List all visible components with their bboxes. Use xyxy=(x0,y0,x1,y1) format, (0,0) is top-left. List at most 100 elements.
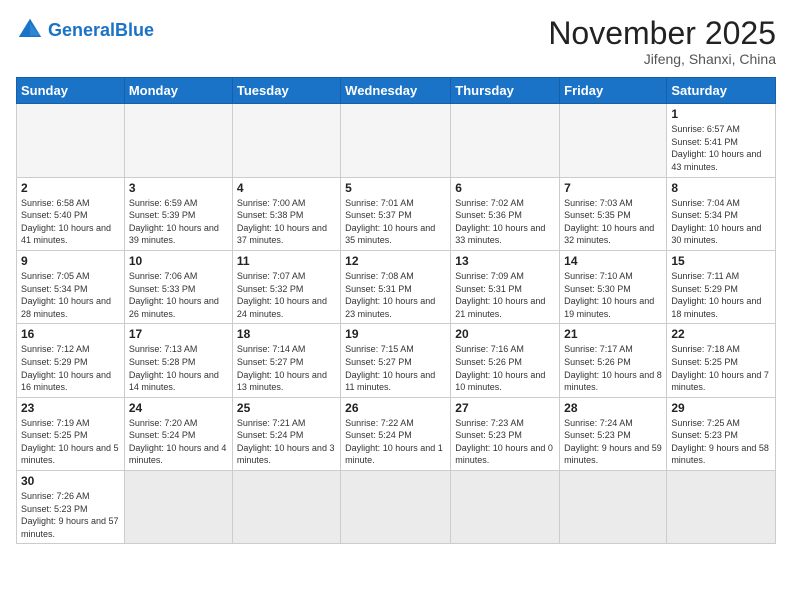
day-info: Sunrise: 7:09 AM Sunset: 5:31 PM Dayligh… xyxy=(455,270,555,320)
day-info: Sunrise: 7:17 AM Sunset: 5:26 PM Dayligh… xyxy=(564,343,662,393)
subtitle: Jifeng, Shanxi, China xyxy=(548,51,776,67)
calendar-cell xyxy=(232,471,340,544)
calendar-cell: 14 Sunrise: 7:10 AM Sunset: 5:30 PM Dayli… xyxy=(560,250,667,323)
day-number: 21 xyxy=(564,327,662,341)
day-info: Sunrise: 7:02 AM Sunset: 5:36 PM Dayligh… xyxy=(455,197,555,247)
day-number: 4 xyxy=(237,181,336,195)
day-info: Sunrise: 7:24 AM Sunset: 5:23 PM Dayligh… xyxy=(564,417,662,467)
day-info: Sunrise: 6:59 AM Sunset: 5:39 PM Dayligh… xyxy=(129,197,228,247)
day-number: 24 xyxy=(129,401,228,415)
calendar-cell: 23 Sunrise: 7:19 AM Sunset: 5:25 PM Dayli… xyxy=(17,397,125,470)
month-title: November 2025 xyxy=(548,16,776,51)
weekday-header-friday: Friday xyxy=(560,78,667,104)
logo: GeneralBlue xyxy=(16,16,154,44)
day-number: 15 xyxy=(671,254,771,268)
day-info: Sunrise: 7:21 AM Sunset: 5:24 PM Dayligh… xyxy=(237,417,336,467)
day-info: Sunrise: 6:57 AM Sunset: 5:41 PM Dayligh… xyxy=(671,123,771,173)
weekday-header-tuesday: Tuesday xyxy=(232,78,340,104)
day-number: 26 xyxy=(345,401,446,415)
day-info: Sunrise: 7:26 AM Sunset: 5:23 PM Dayligh… xyxy=(21,490,120,540)
day-number: 1 xyxy=(671,107,771,121)
logo-text: GeneralBlue xyxy=(48,21,154,39)
header: GeneralBlue November 2025 Jifeng, Shanxi… xyxy=(16,16,776,67)
title-block: November 2025 Jifeng, Shanxi, China xyxy=(548,16,776,67)
day-info: Sunrise: 7:08 AM Sunset: 5:31 PM Dayligh… xyxy=(345,270,446,320)
day-info: Sunrise: 7:13 AM Sunset: 5:28 PM Dayligh… xyxy=(129,343,228,393)
day-number: 23 xyxy=(21,401,120,415)
calendar-cell: 7 Sunrise: 7:03 AM Sunset: 5:35 PM Daylig… xyxy=(560,177,667,250)
calendar-cell xyxy=(667,471,776,544)
day-info: Sunrise: 7:12 AM Sunset: 5:29 PM Dayligh… xyxy=(21,343,120,393)
day-number: 11 xyxy=(237,254,336,268)
day-info: Sunrise: 7:23 AM Sunset: 5:23 PM Dayligh… xyxy=(455,417,555,467)
calendar-cell: 16 Sunrise: 7:12 AM Sunset: 5:29 PM Dayli… xyxy=(17,324,125,397)
calendar-cell: 1 Sunrise: 6:57 AM Sunset: 5:41 PM Daylig… xyxy=(667,104,776,177)
day-number: 29 xyxy=(671,401,771,415)
day-number: 9 xyxy=(21,254,120,268)
calendar-cell xyxy=(341,471,451,544)
calendar-cell: 28Sunrise: 7:24 AM Sunset: 5:23 PM Dayli… xyxy=(560,397,667,470)
day-number: 25 xyxy=(237,401,336,415)
day-number: 30 xyxy=(21,474,120,488)
calendar-cell: 11 Sunrise: 7:07 AM Sunset: 5:32 PM Dayli… xyxy=(232,250,340,323)
day-info: Sunrise: 7:22 AM Sunset: 5:24 PM Dayligh… xyxy=(345,417,446,467)
day-info: Sunrise: 7:01 AM Sunset: 5:37 PM Dayligh… xyxy=(345,197,446,247)
day-info: Sunrise: 7:19 AM Sunset: 5:25 PM Dayligh… xyxy=(21,417,120,467)
day-info: Sunrise: 7:05 AM Sunset: 5:34 PM Dayligh… xyxy=(21,270,120,320)
calendar-cell xyxy=(124,104,232,177)
day-number: 22 xyxy=(671,327,771,341)
calendar-cell: 15Sunrise: 7:11 AM Sunset: 5:29 PM Dayli… xyxy=(667,250,776,323)
calendar-cell: 29 Sunrise: 7:25 AM Sunset: 5:23 PM Dayli… xyxy=(667,397,776,470)
day-info: Sunrise: 6:58 AM Sunset: 5:40 PM Dayligh… xyxy=(21,197,120,247)
weekday-header-monday: Monday xyxy=(124,78,232,104)
day-info: Sunrise: 7:00 AM Sunset: 5:38 PM Dayligh… xyxy=(237,197,336,247)
calendar-cell xyxy=(232,104,340,177)
logo-icon xyxy=(16,16,44,44)
day-info: Sunrise: 7:15 AM Sunset: 5:27 PM Dayligh… xyxy=(345,343,446,393)
calendar-cell xyxy=(17,104,125,177)
page: GeneralBlue November 2025 Jifeng, Shanxi… xyxy=(0,0,792,612)
day-number: 13 xyxy=(455,254,555,268)
calendar-cell: 24Sunrise: 7:20 AM Sunset: 5:24 PM Dayli… xyxy=(124,397,232,470)
calendar-cell: 8 Sunrise: 7:04 AM Sunset: 5:34 PM Daylig… xyxy=(667,177,776,250)
day-number: 2 xyxy=(21,181,120,195)
calendar-cell: 27Sunrise: 7:23 AM Sunset: 5:23 PM Dayli… xyxy=(451,397,560,470)
calendar-cell xyxy=(560,104,667,177)
day-number: 17 xyxy=(129,327,228,341)
calendar: SundayMondayTuesdayWednesdayThursdayFrid… xyxy=(16,77,776,544)
weekday-header-saturday: Saturday xyxy=(667,78,776,104)
day-number: 12 xyxy=(345,254,446,268)
calendar-cell: 5Sunrise: 7:01 AM Sunset: 5:37 PM Daylig… xyxy=(341,177,451,250)
calendar-cell: 4 Sunrise: 7:00 AM Sunset: 5:38 PM Daylig… xyxy=(232,177,340,250)
day-info: Sunrise: 7:07 AM Sunset: 5:32 PM Dayligh… xyxy=(237,270,336,320)
day-number: 19 xyxy=(345,327,446,341)
calendar-cell: 9 Sunrise: 7:05 AM Sunset: 5:34 PM Daylig… xyxy=(17,250,125,323)
day-info: Sunrise: 7:03 AM Sunset: 5:35 PM Dayligh… xyxy=(564,197,662,247)
calendar-cell: 10Sunrise: 7:06 AM Sunset: 5:33 PM Dayli… xyxy=(124,250,232,323)
day-number: 8 xyxy=(671,181,771,195)
calendar-cell xyxy=(560,471,667,544)
day-number: 16 xyxy=(21,327,120,341)
calendar-cell xyxy=(341,104,451,177)
calendar-cell xyxy=(124,471,232,544)
weekday-header-thursday: Thursday xyxy=(451,78,560,104)
calendar-cell xyxy=(451,471,560,544)
day-number: 7 xyxy=(564,181,662,195)
day-info: Sunrise: 7:16 AM Sunset: 5:26 PM Dayligh… xyxy=(455,343,555,393)
day-number: 14 xyxy=(564,254,662,268)
logo-blue: Blue xyxy=(115,20,154,40)
day-info: Sunrise: 7:10 AM Sunset: 5:30 PM Dayligh… xyxy=(564,270,662,320)
day-number: 18 xyxy=(237,327,336,341)
calendar-cell: 21 Sunrise: 7:17 AM Sunset: 5:26 PM Dayli… xyxy=(560,324,667,397)
calendar-cell: 22Sunrise: 7:18 AM Sunset: 5:25 PM Dayli… xyxy=(667,324,776,397)
calendar-cell: 3Sunrise: 6:59 AM Sunset: 5:39 PM Daylig… xyxy=(124,177,232,250)
day-info: Sunrise: 7:04 AM Sunset: 5:34 PM Dayligh… xyxy=(671,197,771,247)
day-number: 6 xyxy=(455,181,555,195)
weekday-header-sunday: Sunday xyxy=(17,78,125,104)
calendar-cell: 19 Sunrise: 7:15 AM Sunset: 5:27 PM Dayli… xyxy=(341,324,451,397)
day-info: Sunrise: 7:25 AM Sunset: 5:23 PM Dayligh… xyxy=(671,417,771,467)
calendar-cell: 13 Sunrise: 7:09 AM Sunset: 5:31 PM Dayli… xyxy=(451,250,560,323)
weekday-header-wednesday: Wednesday xyxy=(341,78,451,104)
calendar-cell: 18Sunrise: 7:14 AM Sunset: 5:27 PM Dayli… xyxy=(232,324,340,397)
calendar-cell: 30 Sunrise: 7:26 AM Sunset: 5:23 PM Dayli… xyxy=(17,471,125,544)
